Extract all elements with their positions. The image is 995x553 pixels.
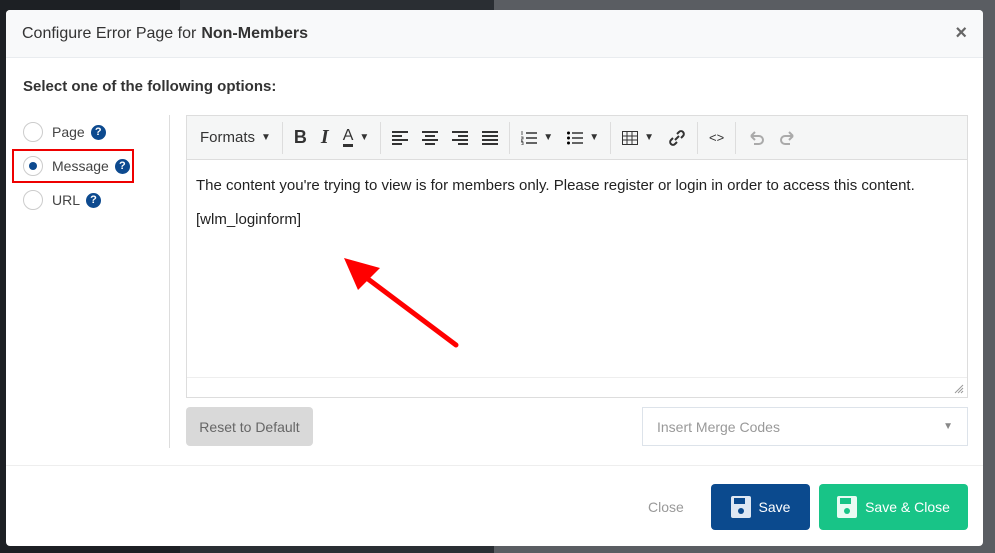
caret-icon: ▼ [644,132,655,143]
option-page[interactable]: Page? [23,115,130,149]
radio-url[interactable] [23,190,43,210]
editor-toolbar: Formats ▼ B I A ▼ ▼ ▼ ▼ <> [187,116,967,160]
align-left-icon[interactable] [385,130,415,145]
caret-icon: ▼ [359,132,370,143]
link-icon[interactable] [661,129,693,147]
red-arrow-annotation [344,258,459,348]
table-icon[interactable]: ▼ [615,130,661,145]
rich-text-editor: Formats ▼ B I A ▼ ▼ ▼ ▼ <> The content you… [186,115,968,398]
help-icon[interactable]: ? [86,192,102,208]
formats-label: Formats [200,129,256,146]
insert-merge-codes-select[interactable]: Insert Merge Codes ▼ [642,407,968,446]
caret-icon: ▼ [589,132,600,143]
undo-icon[interactable] [740,130,772,146]
align-center-icon[interactable] [415,130,445,145]
resize-handle-icon[interactable] [954,384,964,394]
separator [281,121,283,154]
radio-page[interactable] [23,122,43,142]
italic-button[interactable]: I [314,126,336,149]
separator [735,121,737,154]
configure-error-page-modal: Configure Error Page for Non-Members × S… [6,10,983,546]
align-right-icon[interactable] [445,130,475,145]
highlight-box [12,149,134,183]
bullet-list-icon[interactable]: ▼ [560,131,606,145]
modal-footer-divider [6,465,983,466]
divider [169,115,170,448]
reset-to-default-button[interactable]: Reset to Default [186,407,313,446]
floppy-disk-icon [730,496,751,518]
text-color-icon: A [342,128,354,147]
separator [380,121,382,154]
separator [610,121,612,154]
option-message[interactable]: Message? [12,149,134,183]
editor-content[interactable]: The content you're trying to view is for… [187,160,967,260]
option-label: Page [52,124,85,140]
separator [509,121,511,154]
close-icon[interactable]: × [955,22,967,45]
close-button[interactable]: Close [648,499,684,515]
caret-icon: ▼ [261,132,271,143]
option-label: URL [52,192,81,208]
modal-title-bold: Non-Members [201,24,308,42]
help-icon[interactable]: ? [90,124,106,140]
redo-icon[interactable] [772,130,804,146]
message-paragraph: The content you're trying to view is for… [196,177,915,194]
shortcode-paragraph: [wlm_loginform] [196,211,302,228]
bold-button[interactable]: B [287,127,314,148]
option-group: Page? Message? URL? [12,115,134,217]
save-button[interactable]: Save [711,484,810,530]
text-color-button[interactable]: A ▼ [336,128,377,147]
formats-dropdown[interactable]: Formats ▼ [193,129,278,146]
caret-icon: ▼ [543,132,554,143]
caret-icon: ▼ [943,421,953,432]
editor-statusbar [187,377,967,397]
numbered-list-icon[interactable]: ▼ [514,130,560,145]
merge-placeholder: Insert Merge Codes [657,418,780,435]
separator [697,121,699,154]
save-and-close-button[interactable]: Save & Close [819,484,968,530]
option-url[interactable]: URL? [23,183,130,217]
source-code-icon[interactable]: <> [702,130,731,145]
align-justify-icon[interactable] [475,130,505,145]
floppy-disk-icon [837,496,858,518]
modal-header: Configure Error Page for Non-Members × [6,10,983,58]
modal-title: Configure Error Page for [22,24,197,42]
save-close-label: Save & Close [865,499,950,515]
options-prompt: Select one of the following options: [23,78,277,95]
save-label: Save [758,499,791,515]
